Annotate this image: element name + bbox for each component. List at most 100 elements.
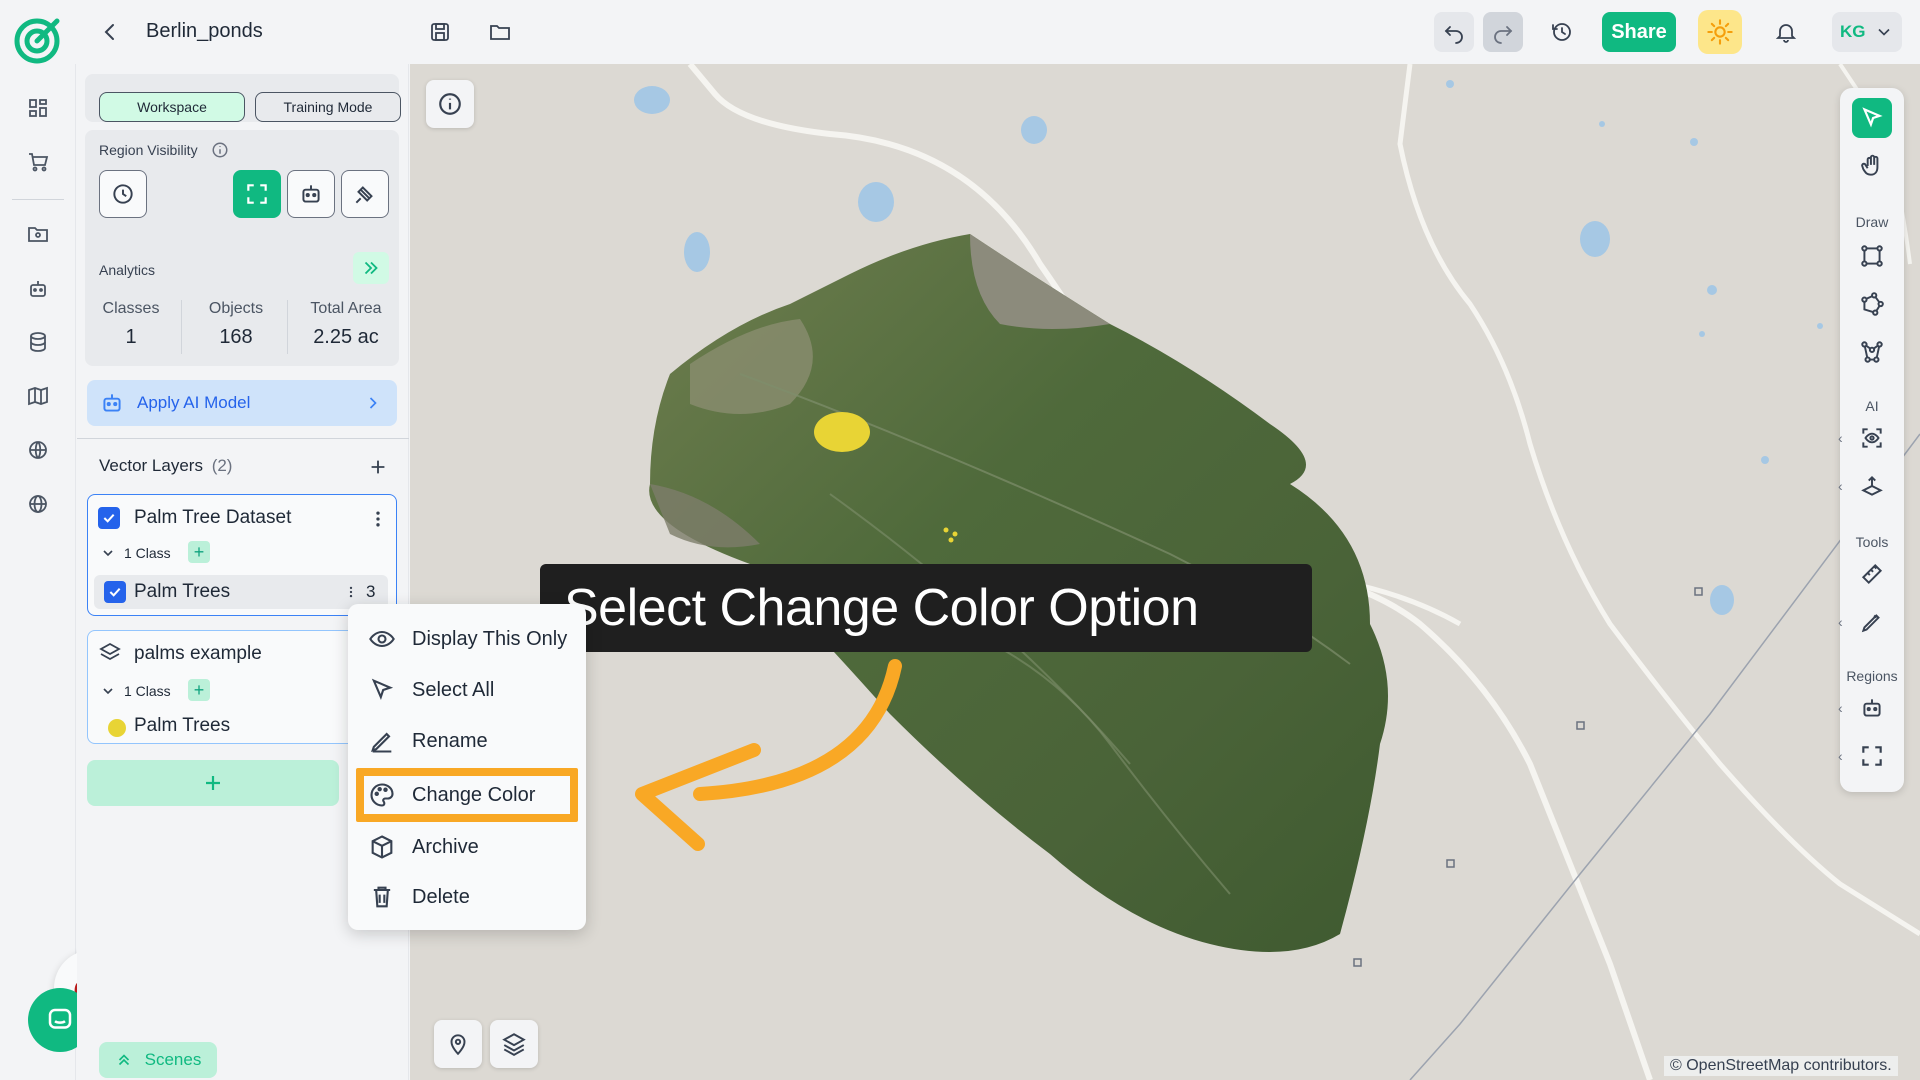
check-icon	[109, 587, 121, 597]
menu-item-select-all[interactable]: Select All	[348, 665, 586, 715]
user-initials: KG	[1840, 22, 1866, 41]
layer-context-menu: Display This Only Select All Rename Chan…	[348, 604, 586, 930]
draw-vertex-button[interactable]	[1852, 332, 1892, 372]
menu-item-archive[interactable]: Archive	[348, 822, 586, 872]
add-layer-icon[interactable]	[363, 452, 393, 482]
robot-icon[interactable]	[18, 269, 58, 309]
add-layer-button[interactable]	[87, 760, 339, 806]
menu-item-delete[interactable]: Delete	[348, 872, 586, 922]
history-icon[interactable]	[1542, 12, 1582, 52]
visibility-clock-button[interactable]	[99, 170, 147, 218]
info-icon[interactable]	[211, 141, 229, 159]
ai-segment-button[interactable]	[1852, 466, 1892, 506]
map-info-button[interactable]	[426, 80, 474, 128]
bell-icon[interactable]	[1766, 12, 1806, 52]
stat-classes-label: Classes	[102, 300, 160, 317]
undo-icon[interactable]	[1434, 12, 1474, 52]
ruler-tool-button[interactable]	[1852, 554, 1892, 594]
workspace-button[interactable]: Workspace	[99, 92, 245, 122]
menu-item-change-color[interactable]: Change Color	[356, 768, 578, 822]
more-vertical-icon[interactable]	[344, 581, 358, 603]
visibility-robot-button[interactable]	[287, 170, 335, 218]
menu-item-label: Rename	[412, 729, 488, 752]
chevron-right-icon	[369, 397, 377, 409]
mode-switcher: Workspace Training Mode	[85, 74, 401, 122]
scenes-button[interactable]: Scenes	[99, 1042, 217, 1078]
sun-icon	[1707, 19, 1733, 45]
share-button[interactable]: Share	[1602, 12, 1676, 52]
rectangle-icon	[1861, 245, 1883, 267]
dashboard-icon[interactable]	[18, 88, 58, 128]
chevron-left-icon[interactable]: ‹	[1838, 614, 1843, 630]
region-robot-button[interactable]	[1852, 688, 1892, 728]
cart-icon[interactable]	[18, 142, 58, 182]
add-class-icon[interactable]: +	[188, 679, 210, 701]
class-checkbox[interactable]	[104, 581, 126, 603]
plus-icon	[206, 776, 220, 790]
menu-item-label: Display This Only	[412, 627, 568, 650]
vector-layers-count: (2)	[211, 456, 233, 475]
visibility-satellite-button[interactable]	[341, 170, 389, 218]
chevron-left-icon[interactable]: ‹	[1838, 478, 1843, 494]
select-tool-button[interactable]	[1852, 98, 1892, 138]
region-frame-button[interactable]	[1852, 736, 1892, 776]
map-canvas[interactable]: Select Change Color Option © OpenStreetM…	[410, 64, 1920, 1080]
stat-area-value: 2.25 ac	[313, 326, 379, 348]
app-logo-icon[interactable]	[14, 18, 60, 64]
add-class-icon[interactable]: +	[188, 541, 210, 563]
training-mode-button[interactable]: Training Mode	[255, 92, 401, 122]
class-row[interactable]: Palm Trees 3	[94, 575, 388, 609]
chevron-left-icon[interactable]: ‹	[1838, 748, 1843, 764]
class-color-swatch[interactable]	[108, 719, 126, 737]
save-icon[interactable]	[420, 12, 460, 52]
folder-image-icon[interactable]	[18, 214, 58, 254]
back-icon[interactable]	[90, 12, 130, 52]
double-chevron-up-icon	[118, 1054, 129, 1066]
globe-icon[interactable]	[18, 484, 58, 524]
box-icon	[371, 835, 393, 859]
folder-icon[interactable]	[480, 12, 520, 52]
ai-section-label: AI	[1865, 398, 1879, 414]
pan-tool-button[interactable]	[1852, 146, 1892, 186]
database-icon[interactable]	[18, 322, 58, 362]
more-vertical-icon[interactable]	[368, 507, 388, 531]
chevron-down-icon[interactable]	[100, 683, 116, 699]
layer-card-palm-tree-dataset[interactable]: Palm Tree Dataset 1 Class + Palm Trees 3	[87, 494, 397, 616]
ai-detect-button[interactable]	[1852, 418, 1892, 458]
region-visibility-label: Region Visibility	[99, 142, 198, 158]
map-icon[interactable]	[18, 376, 58, 416]
map-pin-button[interactable]	[434, 1020, 482, 1068]
instruction-text: Select Change Color Option	[564, 579, 1199, 637]
menu-item-rename[interactable]: Rename	[348, 716, 586, 766]
chevron-left-icon[interactable]: ‹	[1838, 430, 1843, 446]
cursor-icon	[1862, 107, 1883, 128]
apply-ai-model-button[interactable]: Apply AI Model	[87, 380, 397, 426]
draw-section-label: Draw	[1855, 214, 1889, 230]
visibility-frame-button[interactable]	[233, 170, 281, 218]
apply-ai-model-label: Apply AI Model	[137, 393, 251, 412]
analytics-expand-button[interactable]	[353, 252, 389, 284]
chevron-left-icon[interactable]: ‹	[1838, 700, 1843, 716]
clock-icon	[113, 184, 133, 204]
ruler-icon	[1861, 563, 1883, 585]
redo-icon[interactable]	[1483, 12, 1523, 52]
stat-divider	[181, 300, 182, 354]
pen-tool-button[interactable]	[1852, 602, 1892, 642]
draw-polygon-button[interactable]	[1852, 284, 1892, 324]
map-attribution: © OpenStreetMap contributors.	[1664, 1056, 1898, 1076]
user-menu[interactable]: KG	[1832, 12, 1902, 52]
vertex-icon	[1861, 341, 1883, 363]
layer-checkbox[interactable]	[98, 507, 120, 529]
theme-toggle-button[interactable]	[1698, 10, 1742, 54]
stat-divider	[287, 300, 288, 354]
layers-icon	[98, 641, 122, 665]
layer-name: palms example	[134, 643, 262, 664]
analytics-label: Analytics	[99, 262, 156, 278]
map-layers-button[interactable]	[490, 1020, 538, 1068]
class-name: Palm Trees	[134, 715, 231, 736]
chevron-down-icon[interactable]	[100, 545, 116, 561]
draw-rectangle-button[interactable]	[1852, 236, 1892, 276]
layers-icon	[502, 1033, 526, 1056]
menu-item-display-this-only[interactable]: Display This Only	[348, 614, 586, 664]
globe-grid-icon[interactable]	[18, 430, 58, 470]
